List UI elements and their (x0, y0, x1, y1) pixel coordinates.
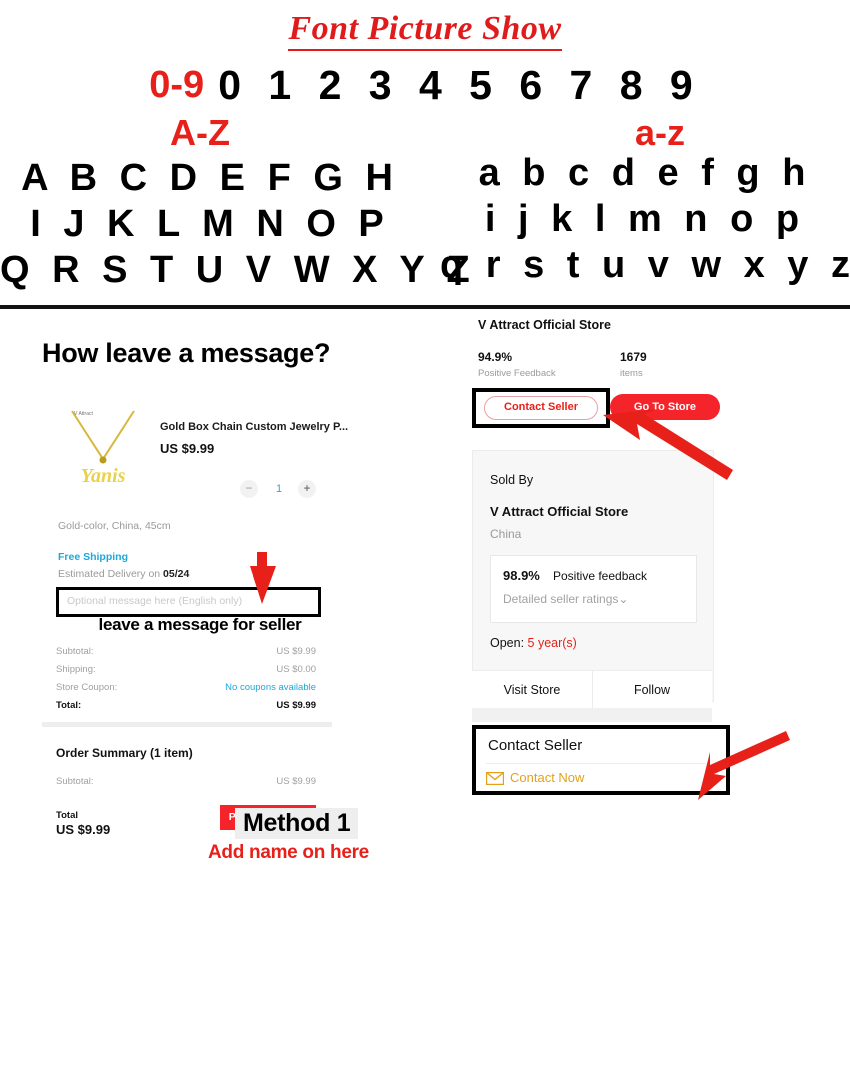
order-subtotal-label: Subtotal: (56, 776, 94, 787)
lowercase-row-2: i j k l m n o p (484, 198, 806, 240)
uppercase-range-label: A-Z (170, 112, 230, 153)
contact-seller-button[interactable]: Contact Seller (484, 396, 598, 420)
pc-contact-seller-highlight-box: Contact Seller Contact Now (472, 725, 730, 795)
message-caption: leave a message for seller (98, 615, 302, 634)
panel-strip (472, 708, 712, 722)
detailed-feedback-card: 98.9% Positive feedback Detailed seller … (490, 555, 697, 623)
contact-now-link[interactable]: Contact Now (510, 770, 584, 785)
page-title: Font Picture Show (0, 10, 850, 51)
summary-row: Store Coupon: No coupons available (56, 682, 316, 693)
store-items-count: 1679 (620, 350, 647, 364)
order-page-screenshot: How leave a message? Yanis V Attract Gol… (0, 310, 430, 863)
summary-value[interactable]: No coupons available (225, 682, 316, 693)
summary-label: Store Coupon: (56, 682, 118, 693)
svg-text:Yanis: Yanis (81, 465, 126, 487)
summary-row: Subtotal: US $9.99 (56, 646, 316, 657)
envelope-icon (485, 771, 505, 790)
store-open-value: 5 year(s) (527, 636, 577, 650)
free-shipping-label: Free Shipping (58, 551, 129, 563)
store-open-prefix: Open: (490, 636, 528, 650)
message-input-placeholder: Optional message here (English only) (67, 595, 243, 607)
summary-value: US $9.99 (276, 646, 316, 657)
how-to-heading: How leave a message? (42, 338, 331, 368)
quantity-decrease-button[interactable]: − (240, 480, 258, 498)
tab-follow[interactable]: Follow (592, 671, 712, 709)
estimated-delivery: Estimated Delivery on 05/24 (58, 568, 189, 580)
store-feedback-label: Positive Feedback (478, 368, 556, 379)
quantity-value: 1 (275, 483, 283, 495)
estimated-delivery-prefix: Estimated Delivery on (58, 568, 164, 580)
uppercase-row-3: Q R S T U V W X Y Z (0, 249, 476, 291)
lowercase-alphabet: a b c d e f g h i j k l m n o p q r s t … (440, 150, 850, 288)
store-tabs: Visit Store Follow (472, 670, 712, 709)
store-feedback-percent: 94.9% (478, 350, 513, 364)
uppercase-row-2: I J K L M N O P (30, 203, 390, 245)
detailed-feedback-percent: 98.9% (503, 568, 540, 583)
method-1-note: Add name on here (208, 842, 369, 863)
product-name: Gold Box Chain Custom Jewelry P... (160, 421, 349, 433)
digits-range-label: 0-9 (149, 64, 205, 106)
product-variant: Gold-color, China, 45cm (58, 520, 171, 532)
tab-visit-store[interactable]: Visit Store (472, 671, 593, 709)
store-items-label: items (620, 368, 643, 379)
order-summary-subtotal-row: Subtotal: US $9.99 (56, 776, 316, 787)
pc-contact-seller-title: Contact Seller (488, 737, 583, 754)
summary-label: Subtotal: (56, 646, 94, 657)
sold-by-country: China (490, 527, 522, 541)
order-total-value: US $9.99 (56, 822, 111, 837)
contact-seller-highlight-box: Contact Seller (472, 388, 610, 428)
summary-value: US $9.99 (276, 700, 316, 711)
digits-row: 0-9 0 1 2 3 4 5 6 7 8 9 (0, 62, 850, 109)
quantity-increase-button[interactable]: + (298, 480, 316, 498)
uppercase-row-1: A B C D E F G H (21, 157, 399, 199)
digits-glyphs: 0 1 2 3 4 5 6 7 8 9 (218, 62, 701, 108)
detailed-seller-ratings-link[interactable]: Detailed seller ratings⌄ (503, 592, 628, 606)
quantity-stepper[interactable]: − 1 + (240, 480, 320, 500)
summary-row: Shipping: US $0.00 (56, 664, 316, 675)
uppercase-alphabet: A B C D E F G H I J K L M N O P Q R S T … (0, 155, 476, 293)
page-title-text: Font Picture Show (288, 10, 562, 51)
lowercase-row-1: a b c d e f g h (478, 152, 812, 194)
summary-value: US $0.00 (276, 664, 316, 675)
store-open-years: Open: 5 year(s) (490, 636, 577, 650)
order-subtotal-value: US $9.99 (276, 776, 316, 787)
panel-separator (42, 722, 332, 727)
store-title: V Attract Official Store (478, 318, 611, 332)
svg-text:V Attract: V Attract (74, 411, 94, 417)
message-input[interactable]: Optional message here (English only) (56, 587, 321, 617)
summary-label: Total: (56, 700, 82, 711)
estimated-delivery-date: 05/24 (163, 568, 190, 580)
sold-by-label: Sold By (490, 473, 534, 487)
sold-by-store-name[interactable]: V Attract Official Store (490, 504, 628, 519)
lowercase-row-3: q r s t u v w x y z (440, 244, 850, 286)
go-to-store-button[interactable]: Go To Store (610, 394, 720, 420)
font-picture-show-section: Font Picture Show 0-9 0 1 2 3 4 5 6 7 8 9… (0, 0, 850, 307)
chevron-down-icon: ⌄ (618, 592, 629, 606)
summary-label: Shipping: (56, 664, 96, 675)
detailed-feedback-text: Positive feedback (553, 569, 648, 583)
detailed-seller-ratings-label: Detailed seller ratings (503, 592, 619, 606)
pc-panel-divider (486, 763, 708, 764)
lowercase-range-label: a-z (634, 112, 685, 153)
store-page-screenshot: V Attract Official Store 94.9% Positive … (430, 310, 850, 850)
section-divider (0, 305, 850, 309)
method-1-label: Method 1 (235, 808, 359, 839)
order-summary-title: Order Summary (1 item) (56, 746, 193, 760)
product-price: US $9.99 (160, 441, 215, 456)
order-total-label: Total (56, 810, 78, 821)
summary-row-total: Total: US $9.99 (56, 700, 316, 711)
product-thumbnail: Yanis V Attract (58, 403, 150, 495)
